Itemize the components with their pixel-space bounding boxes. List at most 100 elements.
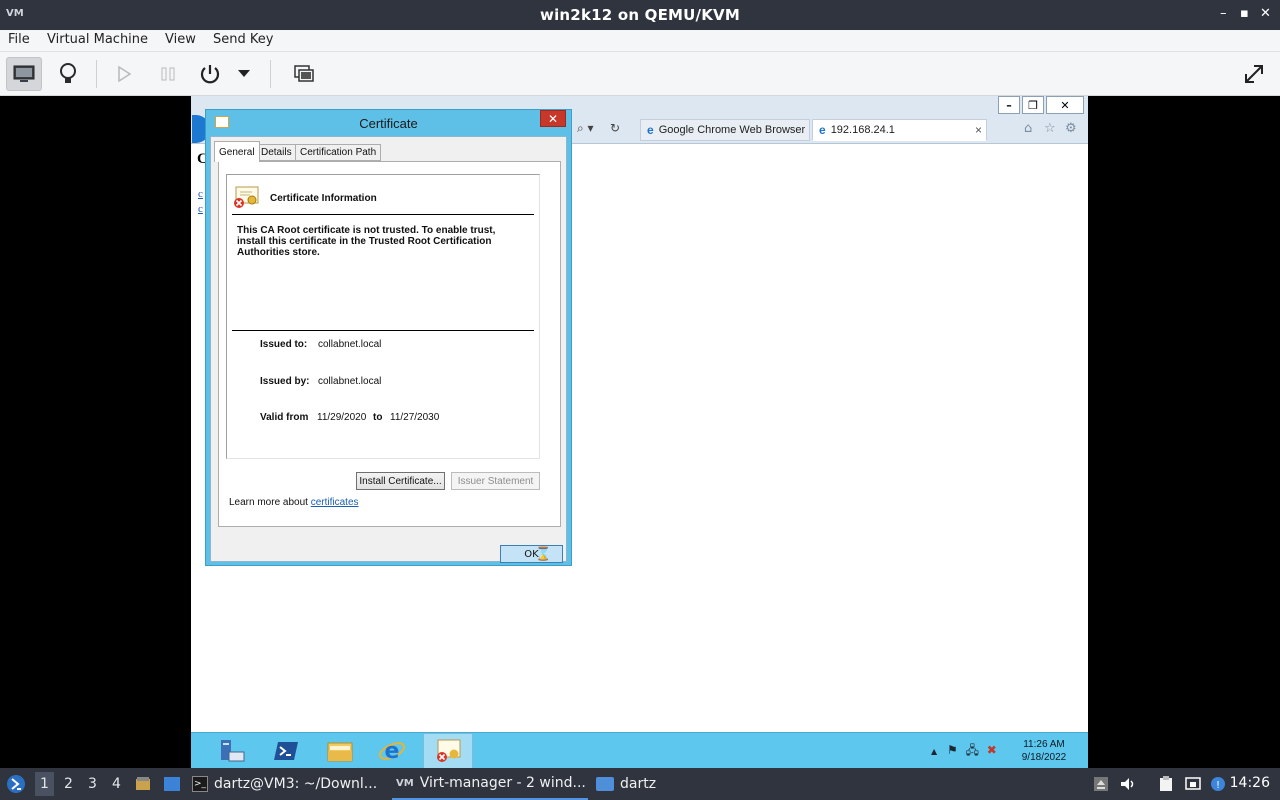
- workspace-4[interactable]: 4: [112, 776, 121, 792]
- eject-icon[interactable]: [1093, 776, 1109, 792]
- menu-virtual-machine[interactable]: Virtual Machine: [47, 32, 148, 47]
- power-menu-button[interactable]: [232, 57, 256, 91]
- install-certificate-button[interactable]: Install Certificate...: [356, 472, 445, 490]
- console-button[interactable]: [6, 57, 42, 91]
- details-bulb-icon: [60, 63, 76, 83]
- powershell-icon: [274, 742, 298, 760]
- snapshots-button[interactable]: [286, 57, 322, 91]
- tab-label: 192.168.24.1: [830, 124, 895, 136]
- host-panel: 1 2 3 4 >_ dartz@VM3: ~/Downl... VM Virt…: [0, 768, 1280, 800]
- task-label: Virt-manager - 2 wind...: [419, 775, 586, 791]
- valid-to-label: to: [373, 412, 383, 423]
- workspace-2[interactable]: 2: [64, 776, 73, 792]
- gear-icon[interactable]: ⚙: [1065, 121, 1077, 136]
- home-icon[interactable]: ⌂: [1024, 121, 1032, 136]
- certificate-body: General Details Certification Path Certi…: [210, 136, 567, 563]
- network-wired-icon[interactable]: [1185, 776, 1201, 792]
- ie-logo-icon: e: [819, 123, 826, 137]
- run-icon: [118, 65, 132, 83]
- server-manager-icon: [221, 740, 245, 762]
- workspace-1[interactable]: 1: [35, 772, 54, 796]
- hourglass-cursor-icon: ⌛: [535, 547, 552, 562]
- minimize-icon[interactable]: –: [1220, 6, 1227, 21]
- virt-manager-icon: VM: [396, 777, 414, 789]
- ie-close-icon[interactable]: ✕: [1046, 96, 1084, 114]
- power-icon: [200, 65, 220, 84]
- untrusted-certificate-icon: [234, 186, 259, 208]
- fullscreen-button[interactable]: [1236, 57, 1272, 91]
- vm-toolbar: [0, 52, 1280, 96]
- volume-muted-icon[interactable]: ✖: [987, 743, 997, 757]
- ie-logo-icon: e: [647, 123, 654, 137]
- general-tab-panel: Certificate Information This CA Root cer…: [218, 161, 561, 527]
- valid-to-value: 11/27/2030: [390, 412, 440, 423]
- fullscreen-icon: [1245, 65, 1263, 83]
- svg-text:e: e: [385, 739, 400, 764]
- host-titlebar: VM win2k12 on QEMU/KVM – ▪ ✕: [0, 0, 1280, 30]
- ie-restore-icon[interactable]: ❐: [1022, 96, 1044, 114]
- console-icon: [13, 65, 35, 82]
- ie-minimize-icon[interactable]: –: [998, 96, 1020, 114]
- menu-view[interactable]: View: [165, 32, 196, 47]
- certificates-link[interactable]: certificates: [311, 497, 359, 508]
- network-icon[interactable]: 🖧: [966, 743, 979, 757]
- tray-expand-icon[interactable]: ▲: [931, 747, 937, 756]
- maximize-icon[interactable]: ▪: [1240, 6, 1249, 21]
- ok-button[interactable]: OK: [500, 545, 563, 563]
- issued-to-value: collabnet.local: [318, 339, 382, 350]
- menu-send-key[interactable]: Send Key: [213, 32, 273, 47]
- volume-icon[interactable]: [1120, 776, 1136, 792]
- run-button[interactable]: [106, 57, 142, 91]
- powershell-button[interactable]: [261, 733, 311, 768]
- guest-clock[interactable]: 11:26 AM 9/18/2022: [1019, 738, 1069, 764]
- issued-to-label: Issued to:: [260, 339, 308, 350]
- tab-details[interactable]: Details: [256, 144, 297, 161]
- tab-close-icon[interactable]: ×: [975, 123, 982, 137]
- show-desktop-icon[interactable]: [164, 776, 180, 792]
- task-file-manager[interactable]: dartz: [596, 768, 656, 800]
- certificate-info-heading: Certificate Information: [270, 193, 377, 204]
- system-tray: ▲ ⚑ 🖧 ✖: [931, 741, 997, 762]
- vm-display[interactable]: – ❐ ✕ ⌕ ▾ ↻ e Google Chrome Web Browser …: [191, 96, 1088, 768]
- distro-menu-icon[interactable]: [6, 774, 26, 794]
- pause-button[interactable]: [150, 57, 186, 91]
- favorites-star-icon[interactable]: ☆: [1044, 121, 1056, 136]
- dialog-title: Certificate: [359, 116, 418, 131]
- search-dropdown-icon[interactable]: ⌕ ▾: [577, 121, 594, 136]
- certificate-taskbar-button[interactable]: [423, 733, 473, 768]
- refresh-icon[interactable]: ↻: [610, 121, 620, 135]
- menu-file[interactable]: File: [8, 32, 30, 47]
- host-clock[interactable]: 14:26: [1230, 775, 1270, 791]
- close-icon[interactable]: ✕: [1260, 6, 1271, 21]
- issuer-statement-button[interactable]: Issuer Statement: [451, 472, 540, 490]
- certificate-icon: [437, 739, 461, 762]
- action-center-flag-icon[interactable]: ⚑: [947, 743, 958, 757]
- tab-certification-path[interactable]: Certification Path: [295, 144, 382, 161]
- svg-text:!: !: [1216, 780, 1220, 791]
- file-explorer-button[interactable]: [315, 733, 365, 768]
- tab-google-chrome[interactable]: e Google Chrome Web Browser: [640, 119, 810, 141]
- valid-from-label: Valid from: [260, 412, 309, 423]
- issued-by-label: Issued by:: [260, 376, 310, 387]
- certificate-titlebar[interactable]: Certificate ✕: [206, 110, 571, 136]
- workspace-3[interactable]: 3: [88, 776, 97, 792]
- server-manager-button[interactable]: [207, 733, 257, 768]
- windows-taskbar: e ▲ ⚑ 🖧 ✖ 11:26 AM 9/18/2022: [191, 732, 1088, 768]
- internet-explorer-button[interactable]: e: [367, 733, 417, 768]
- task-terminal[interactable]: >_ dartz@VM3: ~/Downl...: [192, 768, 377, 800]
- page-link-peek[interactable]: c: [198, 203, 203, 215]
- valid-from-value: 11/29/2020: [317, 412, 367, 423]
- tab-general[interactable]: General: [214, 141, 260, 162]
- details-button[interactable]: [50, 57, 86, 91]
- page-link-peek[interactable]: c: [198, 188, 203, 200]
- task-virt-manager[interactable]: VM Virt-manager - 2 wind...: [392, 768, 588, 800]
- file-manager-launcher-icon[interactable]: [135, 776, 151, 792]
- folder-icon: [596, 777, 614, 791]
- pause-icon: [161, 67, 175, 81]
- power-button[interactable]: [192, 57, 228, 91]
- clipboard-icon[interactable]: [1158, 776, 1174, 792]
- tab-label: Google Chrome Web Browser: [658, 124, 806, 136]
- tab-192-168-24-1[interactable]: e 192.168.24.1 ×: [812, 119, 987, 141]
- dialog-close-button[interactable]: ✕: [540, 110, 566, 127]
- updates-icon[interactable]: !: [1210, 776, 1226, 792]
